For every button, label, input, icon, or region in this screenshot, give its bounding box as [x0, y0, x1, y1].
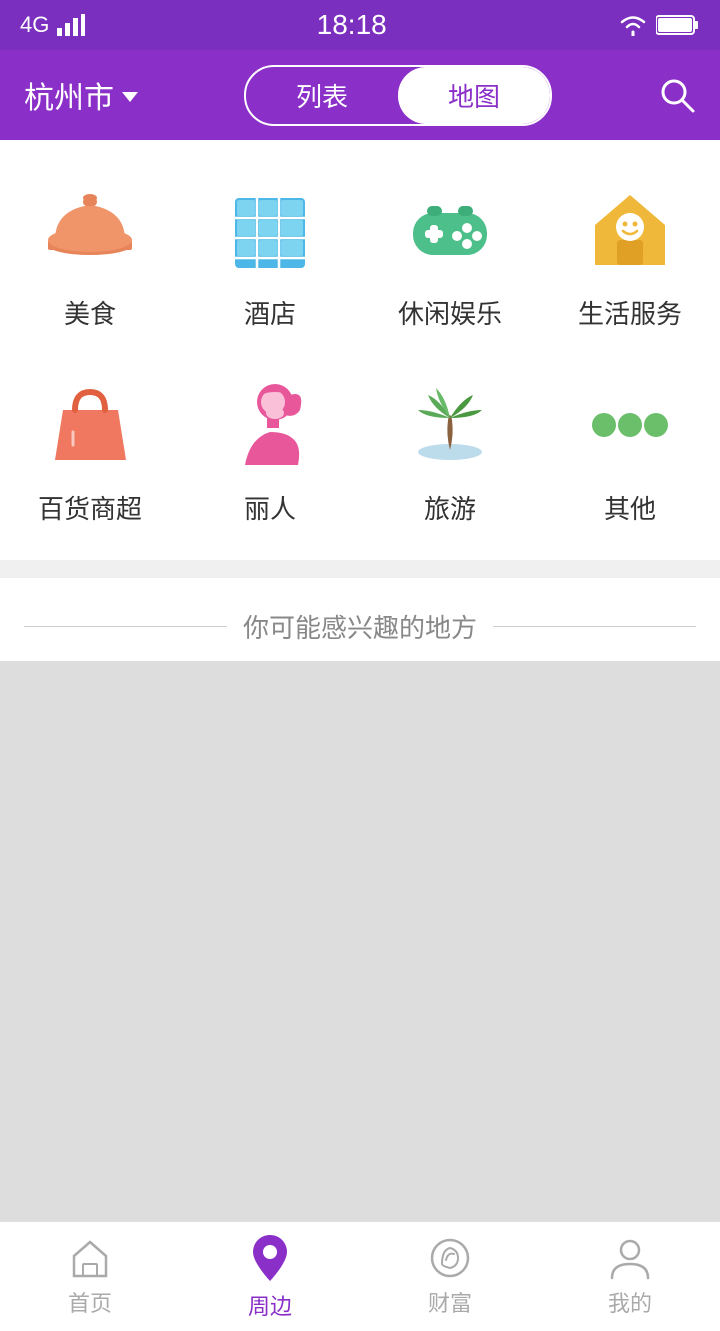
beauty-icon — [220, 375, 320, 475]
interests-section: 你可能感兴趣的地方 — [0, 578, 720, 661]
nearby-nav-icon — [248, 1233, 292, 1283]
life-icon — [580, 180, 680, 280]
view-tab-switcher: 列表 地图 — [244, 65, 552, 126]
category-beauty[interactable]: 丽人 — [180, 355, 360, 550]
interests-line-left — [24, 626, 227, 627]
category-life[interactable]: 生活服务 — [540, 160, 720, 355]
leisure-icon — [400, 180, 500, 280]
interests-line-right — [493, 626, 696, 627]
travel-icon — [400, 375, 500, 475]
status-left: 4G — [20, 12, 85, 38]
nav-nearby[interactable]: 周边 — [180, 1225, 360, 1329]
wealth-nav-icon — [428, 1236, 472, 1280]
signal-text: 4G — [20, 12, 49, 38]
nav-home[interactable]: 首页 — [0, 1228, 180, 1326]
search-button[interactable] — [658, 76, 696, 114]
category-shopping[interactable]: 百货商超 — [0, 355, 180, 550]
interests-title: 你可能感兴趣的地方 — [243, 608, 477, 645]
nav-wealth[interactable]: 财富 — [360, 1228, 540, 1326]
nav-nearby-label: 周边 — [248, 1289, 292, 1321]
nav-home-label: 首页 — [68, 1286, 112, 1318]
section-divider — [0, 560, 720, 578]
travel-label: 旅游 — [424, 489, 476, 526]
category-grid: 美食 — [0, 160, 720, 550]
tab-map[interactable]: 地图 — [398, 67, 550, 124]
nav-wealth-label: 财富 — [428, 1286, 472, 1318]
status-bar: 4G 18:18 — [0, 0, 720, 50]
life-label: 生活服务 — [578, 294, 682, 331]
category-hotel[interactable]: 酒店 — [180, 160, 360, 355]
nav-mine-label: 我的 — [608, 1286, 652, 1318]
category-food[interactable]: 美食 — [0, 160, 180, 355]
search-icon — [658, 76, 696, 114]
city-name: 杭州市 — [24, 73, 114, 117]
other-icon — [580, 375, 680, 475]
interests-header: 你可能感兴趣的地方 — [24, 608, 696, 645]
beauty-label: 丽人 — [244, 489, 296, 526]
map-placeholder[interactable] — [0, 661, 720, 1221]
city-dropdown-arrow — [122, 92, 138, 102]
food-icon — [40, 180, 140, 280]
hotel-icon — [220, 180, 320, 280]
shopping-icon — [40, 375, 140, 475]
category-leisure[interactable]: 休闲娱乐 — [360, 160, 540, 355]
nav-mine[interactable]: 我的 — [540, 1228, 720, 1326]
city-selector[interactable]: 杭州市 — [24, 73, 138, 117]
leisure-label: 休闲娱乐 — [398, 294, 502, 331]
mine-nav-icon — [608, 1236, 652, 1280]
category-other[interactable]: 其他 — [540, 355, 720, 550]
header: 杭州市 列表 地图 — [0, 50, 720, 140]
bottom-nav: 首页 周边 财富 我的 — [0, 1221, 720, 1331]
hotel-label: 酒店 — [244, 294, 296, 331]
signal-bars-icon — [57, 14, 85, 36]
category-travel[interactable]: 旅游 — [360, 355, 540, 550]
status-time: 18:18 — [317, 9, 387, 41]
status-right — [618, 14, 700, 36]
other-label: 其他 — [604, 489, 656, 526]
tab-list[interactable]: 列表 — [246, 67, 398, 124]
battery-icon — [656, 14, 700, 36]
shopping-label: 百货商超 — [38, 489, 142, 526]
category-section: 美食 — [0, 140, 720, 560]
home-nav-icon — [68, 1236, 112, 1280]
food-label: 美食 — [64, 294, 116, 331]
wifi-icon — [618, 14, 648, 36]
